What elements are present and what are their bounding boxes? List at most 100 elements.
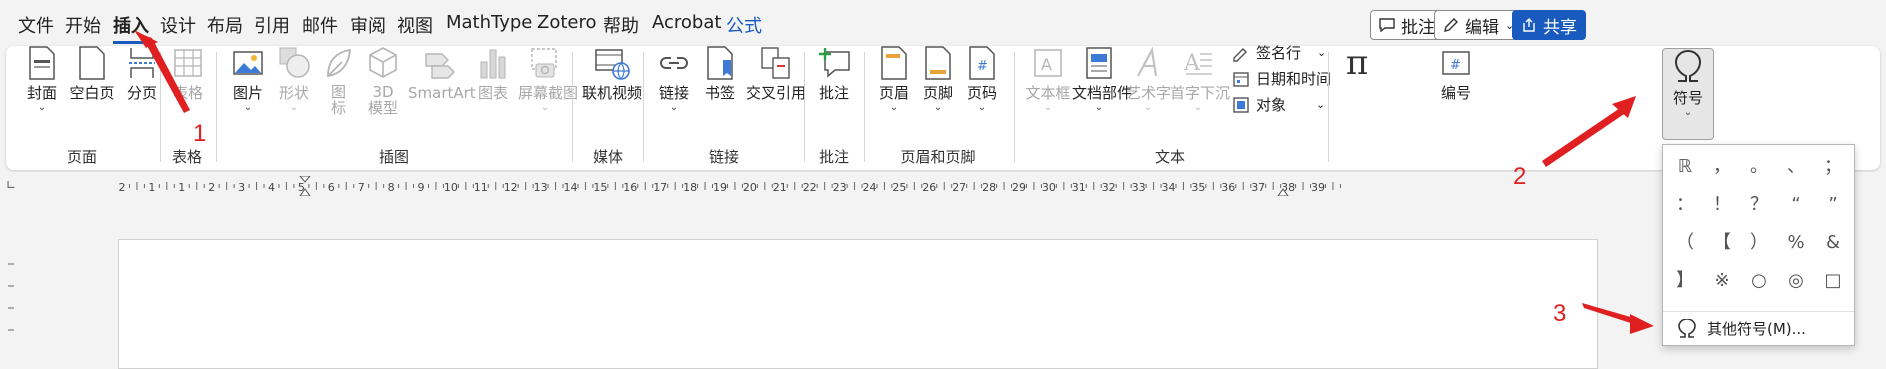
- symbol-cell[interactable]: □: [1815, 265, 1851, 297]
- smartart-button[interactable]: SmartArt: [408, 46, 476, 102]
- group-label-illustrations: 插图: [378, 148, 410, 166]
- symbol-cell[interactable]: ○: [1741, 265, 1777, 297]
- 3d-models-button[interactable]: 3D 模型: [362, 46, 404, 116]
- symbol-cell[interactable]: ：: [1667, 189, 1703, 221]
- symbol-cell[interactable]: 【: [1704, 227, 1740, 259]
- symbol-cell[interactable]: ；: [1815, 151, 1851, 183]
- symbol-cell[interactable]: 。: [1741, 151, 1777, 183]
- menu-acrobat[interactable]: Acrobat: [652, 12, 721, 33]
- ruler-number: 8: [388, 181, 395, 194]
- tab-selector[interactable]: ∟: [6, 178, 16, 192]
- menu-insert[interactable]: 插入: [113, 12, 149, 44]
- horizontal-ruler[interactable]: 2 1 1 2 3 4 5 6 7 8 9 10 11 12 13 14 15 16 17 18 19 20 21 22 23 2…: [112, 176, 1562, 196]
- edit-mode-button[interactable]: 编辑 ⌄: [1434, 10, 1524, 40]
- equation-button[interactable]: π: [1334, 46, 1380, 84]
- ruler-number: 23: [833, 181, 847, 194]
- text-box-button[interactable]: A 文本框 ⌄: [1022, 46, 1074, 114]
- menu-view[interactable]: 视图: [397, 12, 433, 38]
- menu-layout[interactable]: 布局: [207, 12, 243, 38]
- link-icon: [660, 57, 688, 69]
- annotation-2: 2: [1513, 163, 1527, 190]
- chevron-down-icon: ⌄: [37, 102, 47, 113]
- symbol-cell[interactable]: ）: [1741, 227, 1777, 259]
- menu-equation[interactable]: 公式: [726, 12, 762, 38]
- table-button[interactable]: 表格 ⌄: [168, 46, 208, 114]
- more-symbols-item[interactable]: 其他符号(M)...: [1663, 311, 1854, 345]
- header-button[interactable]: 页眉 ⌄: [874, 46, 914, 114]
- separator: [572, 52, 573, 162]
- menu-review[interactable]: 审阅: [350, 12, 386, 38]
- wordart-button[interactable]: 艺术字 ⌄: [1126, 46, 1171, 114]
- table-icon: [174, 49, 202, 77]
- menu-zotero[interactable]: Zotero: [537, 12, 597, 33]
- chevron-down-icon: ⌄: [1094, 102, 1104, 113]
- date-time-button[interactable]: 日期和时间: [1232, 68, 1331, 89]
- chevron-down-icon: ⌄: [243, 102, 253, 113]
- new-comment-icon: [819, 48, 850, 78]
- separator: [1014, 52, 1015, 162]
- ruler-number: 13: [534, 181, 548, 194]
- drop-cap-button[interactable]: A 首字下沉 ⌄: [1170, 46, 1230, 114]
- object-button[interactable]: 对象 ⌄: [1232, 94, 1325, 115]
- menu-home[interactable]: 开始: [65, 12, 101, 38]
- menu-mailings[interactable]: 邮件: [302, 12, 338, 38]
- separator: [160, 52, 161, 162]
- page-break-button[interactable]: 分页: [120, 46, 164, 102]
- symbol-cell[interactable]: 】: [1667, 265, 1703, 297]
- blank-page-button[interactable]: 空白页: [64, 46, 120, 102]
- symbol-cell[interactable]: ”: [1815, 189, 1851, 221]
- signature-line-button[interactable]: 签名行 ⌄: [1232, 42, 1326, 63]
- ruler-number: 39: [1311, 181, 1325, 194]
- page-number-button[interactable]: # 页码 ⌄: [962, 46, 1002, 114]
- quick-parts-button[interactable]: 文档部件 ⌄: [1072, 46, 1132, 114]
- cross-reference-button[interactable]: 交叉引用: [744, 46, 808, 102]
- ruler-number: 6: [328, 181, 335, 194]
- blank-page-icon: [79, 46, 105, 80]
- symbol-cell[interactable]: “: [1778, 189, 1814, 221]
- menu-file[interactable]: 文件: [18, 12, 54, 38]
- icons-button[interactable]: 图标: [320, 46, 356, 116]
- screenshot-button[interactable]: 屏幕截图 ⌄: [518, 46, 578, 114]
- symbol-button[interactable]: 符号 ⌄: [1662, 48, 1714, 140]
- symbol-cell[interactable]: 、: [1778, 151, 1814, 183]
- picture-button[interactable]: 图片 ⌄: [228, 46, 268, 114]
- signature-icon: [1233, 47, 1247, 62]
- share-button[interactable]: 共享: [1512, 10, 1586, 40]
- bookmark-button[interactable]: 书签: [700, 46, 740, 102]
- footer-button[interactable]: 页脚 ⌄: [918, 46, 958, 114]
- symbol-dropdown: 其他符号(M)... ℝ，。、； ：！？ “” （【）% & 】 ※ ○ ◎ □: [1662, 144, 1855, 346]
- wordart-icon: [1137, 46, 1158, 77]
- group-label-table: 表格: [171, 148, 203, 166]
- symbol-cell[interactable]: ◎: [1778, 265, 1814, 297]
- ribbon: 封面 ⌄ 空白页 分页 页面 表格 ⌄ 表格 图片 ⌄ 形状 ⌄ 图标 3D 模…: [6, 44, 1880, 170]
- symbol-cell[interactable]: ，: [1704, 151, 1740, 183]
- svg-text:A: A: [1041, 55, 1052, 74]
- shapes-button[interactable]: 形状 ⌄: [274, 46, 314, 114]
- menu-design[interactable]: 设计: [160, 12, 196, 38]
- pi-icon: π: [1345, 43, 1369, 83]
- symbol-cell[interactable]: %: [1778, 227, 1814, 259]
- symbol-cell[interactable]: &: [1815, 227, 1851, 259]
- menu-mathtype[interactable]: MathType: [446, 12, 532, 33]
- number-button[interactable]: # 编号: [1434, 46, 1478, 102]
- menu-help[interactable]: 帮助: [603, 12, 639, 38]
- symbol-cell[interactable]: ℝ: [1667, 151, 1703, 183]
- separator: [216, 52, 217, 162]
- ruler-number: 34: [1162, 181, 1176, 194]
- symbol-cell[interactable]: （: [1667, 227, 1703, 259]
- chart-button[interactable]: 图表: [474, 46, 512, 102]
- online-video-button[interactable]: 联机视频: [580, 46, 644, 102]
- insert-comment-button[interactable]: 批注: [812, 46, 856, 102]
- symbol-cell[interactable]: ？: [1741, 189, 1777, 221]
- omega-icon: [1678, 318, 1696, 338]
- symbol-cell[interactable]: ※: [1704, 265, 1740, 297]
- comment-button[interactable]: 批注: [1370, 10, 1444, 40]
- symbol-cell[interactable]: ！: [1704, 189, 1740, 221]
- ruler-number: 18: [683, 181, 697, 194]
- menu-references[interactable]: 引用: [254, 12, 290, 38]
- group-label-links: 链接: [708, 148, 740, 166]
- link-button[interactable]: 链接 ⌄: [652, 46, 696, 114]
- cover-page-icon: [29, 46, 55, 80]
- cover-page-button[interactable]: 封面 ⌄: [20, 46, 64, 114]
- document-page[interactable]: [118, 239, 1598, 369]
